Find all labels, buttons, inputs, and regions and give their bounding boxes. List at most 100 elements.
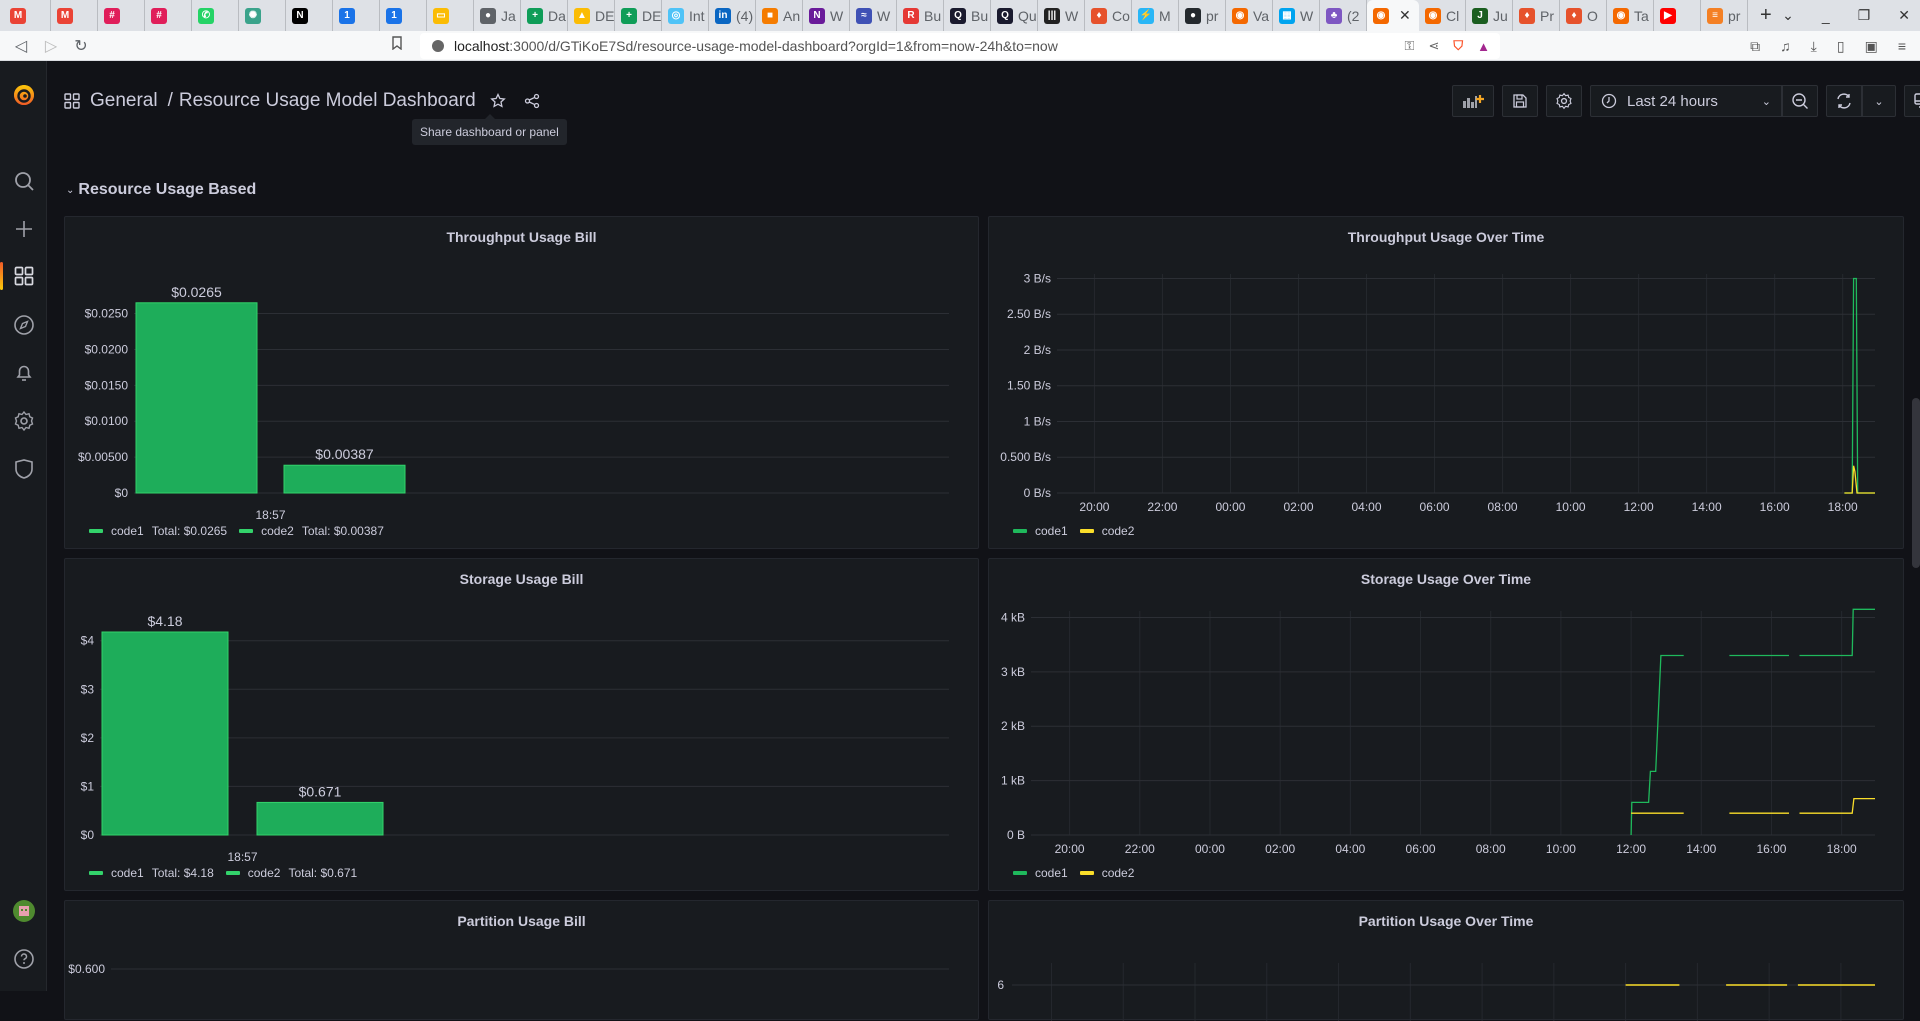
new-tab-button[interactable]: + [1748,4,1784,27]
browser-tab[interactable]: ◉ Cl [1419,0,1466,31]
panel-partition-time[interactable]: Partition Usage Over Time 6 [988,900,1904,1021]
site-info-icon[interactable] [432,40,444,52]
legend-item-code1[interactable]: code1 [1013,866,1068,880]
share-url-icon[interactable]: ⋖ [1428,38,1439,54]
reload-icon[interactable]: ↻ [66,36,96,56]
y-tick-label: 0 B [1007,828,1025,842]
brave-rewards-icon[interactable]: ▲ [1477,39,1490,54]
browser-tab[interactable]: ◉ Ta [1607,0,1654,31]
close-tab-icon[interactable]: ✕ [1399,7,1411,24]
refresh-interval-dropdown[interactable]: ⌄ [1862,85,1896,117]
browser-tab[interactable]: ||| W [1038,0,1085,31]
maximize-icon[interactable]: ❐ [1858,7,1871,24]
breadcrumb-folder-link[interactable]: General [90,90,158,112]
brave-shield-icon[interactable]: ⛉ [1453,38,1463,54]
browser-tab[interactable]: J Ju [1466,0,1513,31]
browser-tab[interactable]: ♦ Co [1085,0,1132,31]
search-icon[interactable] [0,161,47,201]
zoom-out-time-button[interactable] [1782,85,1818,117]
tab-search-icon[interactable]: ⌄ [1782,7,1794,24]
close-window-icon[interactable]: ✕ [1898,7,1910,24]
refresh-button[interactable] [1826,85,1862,117]
browser-tab[interactable]: 1 [333,0,380,31]
browser-tab[interactable]: ▶ [1654,0,1701,31]
browser-tab[interactable]: Q Qu [991,0,1038,31]
browser-tab[interactable]: ▭ [427,0,474,31]
browser-tab[interactable]: ■ An [756,0,803,31]
browser-tab[interactable]: NW [803,0,850,31]
legend-item-code2[interactable]: code2 Total: $0.00387 [239,524,384,538]
share-icon[interactable] [524,93,540,109]
extensions-icon[interactable]: ⧉ [1750,38,1760,55]
help-icon[interactable] [0,939,47,979]
dashboard-title[interactable]: Resource Usage Model Dashboard [179,90,476,112]
browser-tab[interactable]: ⚡ M [1132,0,1179,31]
bookmark-icon[interactable] [382,36,412,55]
browser-tab[interactable]: ◉ ✕ [1367,0,1419,31]
panel-throughput-bill[interactable]: Throughput Usage Bill $0 $0.00500 $0.0100 $… [64,216,979,549]
grafana-logo-icon[interactable] [0,75,47,115]
user-avatar[interactable] [0,891,47,931]
wallet-icon[interactable]: ▣ [1865,38,1878,55]
legend-item-code1[interactable]: code1 Total: $4.18 [89,866,214,880]
browser-tab[interactable]: Q Bu [944,0,991,31]
browser-tab[interactable]: ♦ Pr [1513,0,1560,31]
dashboards-icon[interactable] [0,256,47,296]
tv-mode-button[interactable] [1904,85,1920,117]
create-plus-icon[interactable] [0,209,47,249]
browser-tab[interactable]: M [4,0,51,31]
browser-tab[interactable]: ♦ O [1560,0,1607,31]
browser-tab[interactable]: ◎ Int [662,0,709,31]
sidebar-toggle-icon[interactable]: ▯ [1837,38,1845,55]
time-picker-button[interactable]: Last 24 hours ⌄ [1590,85,1782,117]
browser-tab[interactable]: ◉ Va [1226,0,1273,31]
legend-item-code2[interactable]: code2 Total: $0.671 [225,866,357,880]
browser-tab[interactable]: M [51,0,98,31]
browser-tab[interactable]: ● pr [1179,0,1226,31]
legend-item-code2[interactable]: code2 [1079,524,1134,538]
panel-storage-time[interactable]: Storage Usage Over Time 20:00 22:00 00:00 0… [988,558,1904,891]
star-favorite-icon[interactable] [489,93,506,109]
browser-tab[interactable]: ✆ [192,0,239,31]
panel-storage-bill[interactable]: Storage Usage Bill $0 $1 $2 $3 $4 $4.18 $0.671… [64,558,979,891]
download-icon[interactable]: ⤓ [1811,38,1817,55]
browser-tab[interactable]: ≡ pr [1701,0,1748,31]
server-admin-shield-icon[interactable] [0,449,47,489]
calendar-icon: 1 [386,7,402,24]
save-dashboard-button[interactable] [1502,85,1538,117]
browser-tab[interactable]: ≈ W [850,0,897,31]
browser-tab[interactable]: + Da [521,0,568,31]
browser-tab[interactable]: ✺ [239,0,286,31]
panel-partition-bill[interactable]: Partition Usage Bill $0.600 [64,900,979,1020]
add-panel-button[interactable] [1452,85,1494,117]
dashboard-settings-button[interactable] [1546,85,1582,117]
browser-tab[interactable]: # [145,0,192,31]
page-scrollbar[interactable] [1912,398,1920,568]
browser-tab[interactable]: R Bu [897,0,944,31]
media-icon[interactable]: ♫ [1780,38,1791,54]
explore-compass-icon[interactable] [0,305,47,345]
browser-tab[interactable]: 1 [380,0,427,31]
browser-tab[interactable]: ♣ (2 [1320,0,1367,31]
browser-tab[interactable]: N [286,0,333,31]
browser-tab[interactable]: # [98,0,145,31]
alerting-bell-icon[interactable] [0,353,47,393]
tab-label: An [783,7,801,24]
legend-item-code2[interactable]: code2 [1079,866,1134,880]
legend-item-code1[interactable]: code1 [1013,524,1068,538]
back-icon[interactable]: ◁ [6,36,36,56]
browser-tab[interactable]: in (4) [709,0,756,31]
configuration-gear-icon[interactable] [0,401,47,441]
row-collapse-toggle[interactable]: ⌄ Resource Usage Based [66,181,256,199]
minimize-icon[interactable]: _ [1822,8,1830,24]
browser-tab[interactable]: ▲ DE [568,0,615,31]
key-icon[interactable]: ⚿ [1405,38,1415,54]
menu-icon[interactable]: ≡ [1898,38,1906,54]
url-input[interactable]: localhost:3000/d/GTiKoE7Sd/resource-usag… [420,33,1500,59]
forward-icon[interactable]: ▷ [36,36,66,56]
panel-throughput-time[interactable]: Throughput Usage Over Time 20:00 22:00 00:… [988,216,1904,549]
legend-item-code1[interactable]: code1 Total: $0.0265 [89,524,227,538]
browser-tab[interactable]: + DE [615,0,662,31]
browser-tab[interactable]: ● Ja [474,0,521,31]
browser-tab[interactable]: ▦ W [1273,0,1320,31]
